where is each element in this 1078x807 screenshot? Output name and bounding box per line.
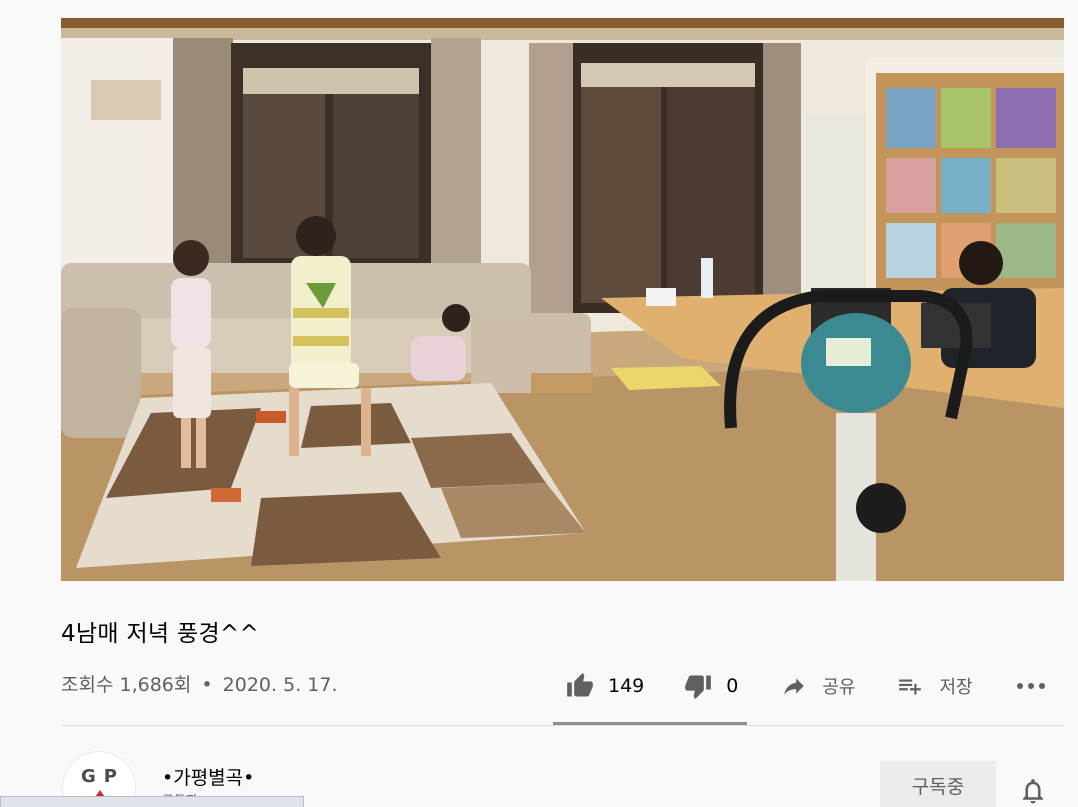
playlist-add-icon <box>899 679 922 695</box>
dislike-button[interactable]: 0 <box>682 672 738 700</box>
video-title: 4남매 저녁 풍경^^ <box>61 621 260 647</box>
share-arrow-icon <box>784 678 805 695</box>
notification-bell-button[interactable] <box>1018 775 1048 807</box>
share-label: 공유 <box>822 677 856 698</box>
view-count: 조회수 1,686회 <box>61 674 192 696</box>
subscribe-button[interactable]: 구독중 <box>880 761 996 807</box>
more-actions-button[interactable] <box>1015 676 1047 696</box>
video-actions: 149 0 공유 저장 <box>560 664 1047 708</box>
save-button[interactable]: 저장 <box>895 673 973 699</box>
like-count: 149 <box>608 675 645 697</box>
share-button[interactable]: 공유 <box>780 673 855 699</box>
browser-status-bar <box>0 796 304 807</box>
video-frame <box>61 18 1064 581</box>
bell-icon <box>1023 779 1043 804</box>
avatar-logo-text: GP <box>81 766 125 787</box>
upload-date: 2020. 5. 17. <box>222 674 338 696</box>
thumbs-down-icon <box>685 675 712 699</box>
video-player[interactable] <box>61 18 1064 581</box>
youtube-watch-page: 4남매 저녁 풍경^^ 조회수 1,686회 • 2020. 5. 17. 14… <box>0 0 1078 807</box>
video-meta: 조회수 1,686회 • 2020. 5. 17. <box>61 670 338 697</box>
channel-name[interactable]: •가평별곡• <box>162 763 254 790</box>
save-label: 저장 <box>939 677 973 698</box>
meta-separator: • <box>201 674 213 696</box>
thumbs-up-icon <box>567 673 593 697</box>
info-divider <box>61 725 1064 726</box>
dislike-count: 0 <box>726 675 739 697</box>
more-horizontal-icon <box>1016 683 1045 689</box>
like-button[interactable]: 149 <box>564 672 644 700</box>
